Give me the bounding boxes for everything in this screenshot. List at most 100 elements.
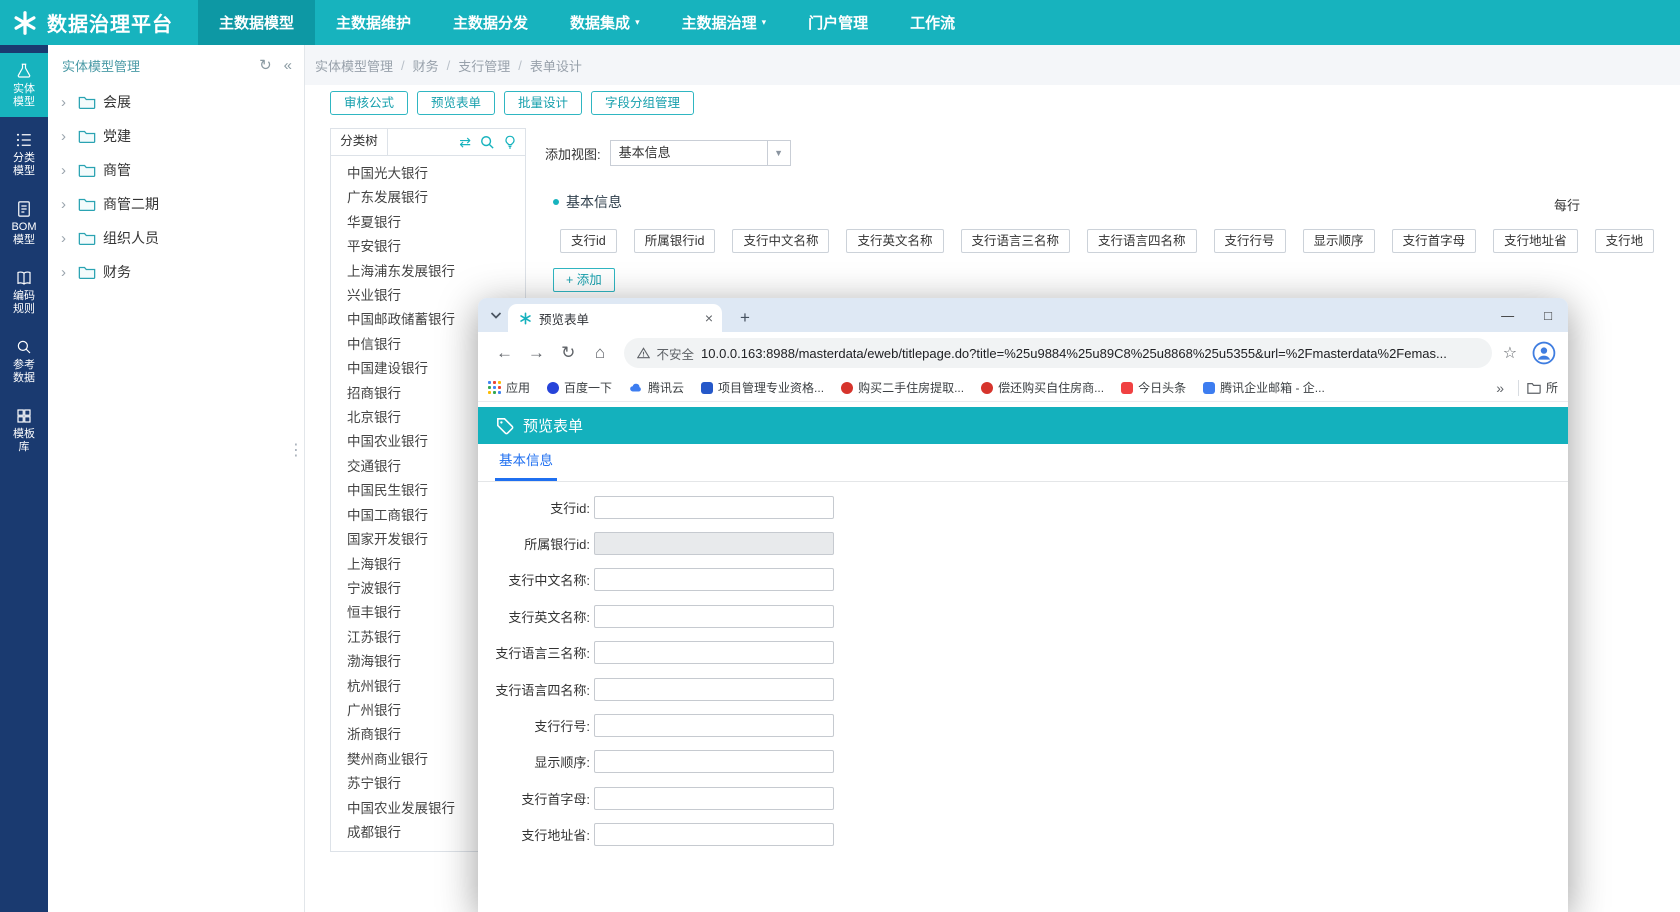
- field-chip[interactable]: 支行行号: [1214, 229, 1286, 253]
- rail-template-library[interactable]: 模板库: [0, 398, 48, 462]
- expand-icon[interactable]: ›: [61, 231, 71, 246]
- nav-master-data-distribute[interactable]: 主数据分发: [432, 0, 549, 45]
- view-select-value[interactable]: 基本信息: [610, 140, 768, 166]
- url-text: 10.0.0.163:8988/masterdata/eweb/titlepag…: [701, 346, 1447, 361]
- bookmark-toutiao[interactable]: 今日头条: [1121, 379, 1186, 396]
- branch-province-input[interactable]: [594, 823, 834, 846]
- bookmarks-separator: [1518, 380, 1519, 396]
- reload-icon[interactable]: ↻: [554, 339, 583, 368]
- view-select[interactable]: 基本信息 ▼: [610, 140, 791, 166]
- expand-icon[interactable]: ›: [61, 163, 71, 178]
- bookmark-baidu[interactable]: 百度一下: [547, 379, 612, 396]
- bookmark-housing-fund-2[interactable]: 偿还购买自住房商...: [981, 379, 1104, 396]
- owner-bank-id-input[interactable]: [594, 532, 834, 555]
- bookmark-exmail[interactable]: 腾讯企业邮箱 - 企...: [1203, 379, 1325, 396]
- rail-reference-data[interactable]: 参考数据: [0, 329, 48, 393]
- branch-lang3-name-input[interactable]: [594, 641, 834, 664]
- bookmark-apps[interactable]: 应用: [488, 379, 530, 396]
- home-icon[interactable]: ⌂: [586, 339, 615, 368]
- bookmarks-folder[interactable]: 所: [1527, 379, 1558, 396]
- new-tab-button[interactable]: +: [734, 308, 756, 328]
- window-maximize-icon[interactable]: □: [1544, 309, 1552, 322]
- nav-master-data-governance[interactable]: 主数据治理▾: [661, 0, 788, 45]
- field-chip[interactable]: 显示顺序: [1303, 229, 1375, 253]
- expand-icon[interactable]: ›: [61, 95, 71, 110]
- bank-item[interactable]: 广东发展银行: [347, 186, 525, 210]
- category-tree-tab[interactable]: 分类树: [331, 129, 388, 156]
- display-order-input[interactable]: [594, 750, 834, 773]
- field-chip[interactable]: 支行地: [1595, 229, 1655, 253]
- collapse-panel-icon[interactable]: «: [284, 58, 292, 73]
- branch-cn-name-input[interactable]: [594, 568, 834, 591]
- branch-initial-input[interactable]: [594, 787, 834, 810]
- forward-icon[interactable]: →: [522, 339, 551, 368]
- field-chip[interactable]: 支行语言四名称: [1087, 229, 1197, 253]
- form-row: 支行语言四名称:: [478, 671, 1568, 707]
- branch-number-input[interactable]: [594, 714, 834, 737]
- bank-item[interactable]: 华夏银行: [347, 211, 525, 235]
- profile-avatar-icon[interactable]: [1532, 341, 1556, 365]
- field-chip[interactable]: 支行首字母: [1392, 229, 1477, 253]
- nav-master-data-maintain[interactable]: 主数据维护: [315, 0, 432, 45]
- audit-formula-button[interactable]: 审核公式: [330, 91, 408, 115]
- tree-item-shangguan2[interactable]: ›商管二期: [48, 187, 304, 221]
- bookmark-housing-fund-1[interactable]: 购买二手住房提取...: [841, 379, 964, 396]
- field-chip[interactable]: 支行中文名称: [732, 229, 829, 253]
- window-minimize-icon[interactable]: —: [1501, 309, 1514, 322]
- branch-lang4-name-input[interactable]: [594, 678, 834, 701]
- rail-bom-model[interactable]: BOM模型: [0, 191, 48, 255]
- branch-id-input[interactable]: [594, 496, 834, 519]
- rail-coding-rules[interactable]: 编码规则: [0, 260, 48, 324]
- bulb-icon[interactable]: [503, 135, 517, 149]
- select-caret-icon[interactable]: ▼: [768, 140, 791, 166]
- expand-icon[interactable]: ›: [61, 197, 71, 212]
- swap-icon[interactable]: ⇄: [459, 135, 471, 149]
- tree-item-huizhan[interactable]: ›会展: [48, 85, 304, 119]
- field-chip[interactable]: 支行地址省: [1493, 229, 1578, 253]
- branch-en-name-input[interactable]: [594, 605, 834, 628]
- tree-item-caiwu[interactable]: ›财务: [48, 255, 304, 289]
- field-chip[interactable]: 所属银行id: [634, 229, 716, 253]
- bank-item[interactable]: 上海浦东发展银行: [347, 260, 525, 284]
- preview-form-button[interactable]: 预览表单: [417, 91, 495, 115]
- field-chip[interactable]: 支行英文名称: [846, 229, 943, 253]
- url-box[interactable]: 不安全 10.0.0.163:8988/masterdata/eweb/titl…: [624, 338, 1492, 368]
- field-chip[interactable]: 支行语言三名称: [961, 229, 1071, 253]
- field-chip[interactable]: 支行id: [560, 229, 617, 253]
- tab-close-icon[interactable]: ×: [705, 311, 713, 325]
- nav-master-data-model[interactable]: 主数据模型: [198, 0, 315, 45]
- nav-workflow[interactable]: 工作流: [889, 0, 976, 45]
- nav-portal-management[interactable]: 门户管理: [787, 0, 889, 45]
- breadcrumb-item[interactable]: 财务: [413, 56, 439, 75]
- breadcrumb-item[interactable]: 实体模型管理: [315, 56, 393, 75]
- tab-basic-info[interactable]: 基本信息: [495, 449, 557, 481]
- tree-item-zuzhirenyuan[interactable]: ›组织人员: [48, 221, 304, 255]
- add-view-label: 添加视图:: [545, 144, 601, 163]
- breadcrumb-item[interactable]: 表单设计: [530, 56, 582, 75]
- bookmark-tencent-cloud[interactable]: 腾讯云: [629, 379, 684, 396]
- add-field-button[interactable]: + 添加: [553, 268, 615, 292]
- expand-icon[interactable]: ›: [61, 129, 71, 144]
- batch-design-button[interactable]: 批量设计: [504, 91, 582, 115]
- back-icon[interactable]: ←: [490, 339, 519, 368]
- bank-item[interactable]: 中国光大银行: [347, 162, 525, 186]
- entity-tree: ›会展 ›党建 ›商管 ›商管二期 ›组织人员 ›财务: [48, 85, 304, 289]
- field-label: 支行语言四名称:: [478, 680, 590, 699]
- nav-data-integration[interactable]: 数据集成▾: [549, 0, 661, 45]
- expand-icon[interactable]: ›: [61, 265, 71, 280]
- refresh-icon[interactable]: ↻: [259, 58, 272, 73]
- bookmarks-overflow-icon[interactable]: »: [1490, 380, 1510, 396]
- search-icon[interactable]: [480, 135, 494, 149]
- breadcrumb-item[interactable]: 支行管理: [458, 56, 510, 75]
- bank-item[interactable]: 平安银行: [347, 235, 525, 259]
- bookmark-star-icon[interactable]: ☆: [1503, 343, 1517, 363]
- tab-search-chevron-icon[interactable]: [488, 307, 504, 323]
- tree-item-shangguan[interactable]: ›商管: [48, 153, 304, 187]
- bookmark-pmp[interactable]: 项目管理专业资格...: [701, 379, 824, 396]
- rail-entity-model[interactable]: 实体模型: [0, 53, 48, 117]
- browser-tab[interactable]: 预览表单 ×: [508, 304, 722, 332]
- rail-category-model[interactable]: 分类模型: [0, 122, 48, 186]
- tree-item-dangjian[interactable]: ›党建: [48, 119, 304, 153]
- panel-resizer-handle[interactable]: ⋮: [288, 443, 304, 459]
- field-group-manage-button[interactable]: 字段分组管理: [591, 91, 694, 115]
